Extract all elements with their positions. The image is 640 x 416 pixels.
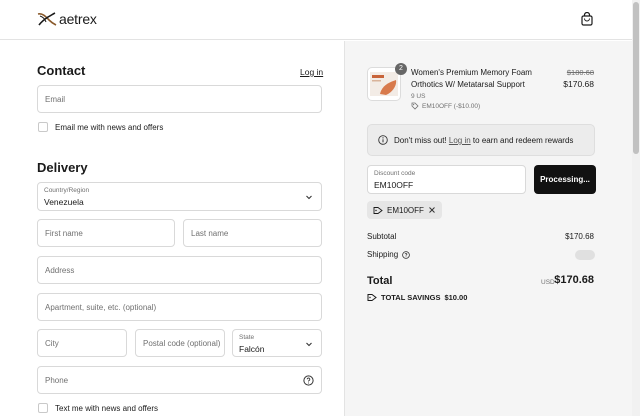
city-field[interactable]: City xyxy=(37,329,127,357)
text-optin-label: Text me with news and offers xyxy=(55,403,159,413)
rewards-text-after: to earn and redeem rewards xyxy=(472,136,574,145)
first-name-placeholder: First name xyxy=(45,229,83,238)
email-optin-label: Email me with news and offers xyxy=(55,122,164,132)
item-price: $170.68 xyxy=(563,79,594,89)
brand-name: aetrex xyxy=(59,11,97,27)
product-name: Women's Premium Memory Foam Orthotics W/… xyxy=(411,68,532,89)
shipping-loading-indicator xyxy=(575,250,595,260)
postal-placeholder: Postal code (optional) xyxy=(143,339,221,348)
savings-value: $10.00 xyxy=(444,293,468,302)
help-circle-icon[interactable] xyxy=(303,375,314,386)
login-link[interactable]: Log in xyxy=(300,67,323,77)
contact-heading: Contact xyxy=(37,63,86,78)
applied-code: EM10OFF xyxy=(387,205,424,215)
last-name-field[interactable]: Last name xyxy=(183,219,322,247)
close-icon[interactable] xyxy=(428,206,436,214)
country-label: Country/Region xyxy=(44,187,90,194)
subtotal-value: $170.68 xyxy=(565,232,594,241)
email-placeholder: Email xyxy=(45,95,66,104)
tag-icon xyxy=(373,206,383,214)
product-discount: EM10OFF (-$10.00) xyxy=(411,102,480,110)
product-variant: 9 US xyxy=(411,93,426,100)
text-optin-checkbox[interactable]: Text me with news and offers xyxy=(38,403,158,413)
quantity-badge: 2 xyxy=(395,63,407,75)
apartment-field[interactable]: Apartment, suite, etc. (optional) xyxy=(37,293,322,321)
phone-placeholder: Phone xyxy=(45,376,69,385)
total-savings: TOTAL SAVINGS $10.00 xyxy=(367,293,467,302)
state-select[interactable]: State Falcón xyxy=(232,329,322,357)
checkbox-box[interactable] xyxy=(38,403,48,413)
discount-code-field[interactable]: Discount code EM10OFF xyxy=(367,165,526,194)
total-label: Total xyxy=(367,275,393,287)
apply-discount-button[interactable]: Processing... xyxy=(534,165,596,194)
checkout-form: Contact Log in Email Email me with news … xyxy=(0,41,344,416)
page-scrollbar[interactable] xyxy=(632,0,640,416)
last-name-placeholder: Last name xyxy=(191,229,229,238)
chevron-down-icon xyxy=(306,342,312,347)
original-price: $180.68 xyxy=(566,68,594,77)
state-value: Falcón xyxy=(239,344,265,354)
tag-icon xyxy=(411,102,419,110)
subtotal-label: Subtotal xyxy=(367,232,397,241)
checkout-header: aetrex xyxy=(0,0,632,40)
help-circle-icon[interactable] xyxy=(402,250,410,259)
email-field[interactable]: Email xyxy=(37,85,322,113)
discount-label: Discount code xyxy=(374,170,416,177)
rewards-text-before: Don't miss out! xyxy=(394,136,447,145)
product-discount-text: EM10OFF (-$10.00) xyxy=(422,102,481,110)
rewards-login-link[interactable]: Log in xyxy=(449,136,471,145)
aetrex-logo-icon xyxy=(37,12,57,26)
address-placeholder: Address xyxy=(45,266,75,275)
total-value: $170.68 xyxy=(554,274,594,286)
checkbox-box[interactable] xyxy=(38,122,48,132)
rewards-banner: Don't miss out! Log in to earn and redee… xyxy=(367,124,595,156)
postal-code-field[interactable]: Postal code (optional) xyxy=(135,329,225,357)
scrollbar-thumb[interactable] xyxy=(633,2,639,154)
orthotic-image-icon xyxy=(370,72,398,96)
address-field[interactable]: Address xyxy=(37,256,322,284)
total-currency: USD xyxy=(541,279,555,286)
state-label: State xyxy=(239,334,255,341)
country-select[interactable]: Country/Region Venezuela xyxy=(37,182,322,211)
tag-icon xyxy=(367,294,377,301)
order-summary: 2 Women's Premium Memory Foam Orthotics … xyxy=(344,41,632,416)
apartment-placeholder: Apartment, suite, etc. (optional) xyxy=(45,303,157,312)
info-icon xyxy=(378,135,388,145)
country-value: Venezuela xyxy=(44,197,84,207)
discount-value: EM10OFF xyxy=(374,180,414,190)
brand-logo[interactable]: aetrex xyxy=(37,11,97,27)
email-optin-checkbox[interactable]: Email me with news and offers xyxy=(38,122,163,132)
rewards-text: Don't miss out! Log in to earn and redee… xyxy=(394,136,573,145)
shipping-row: Shipping xyxy=(367,250,410,259)
phone-field[interactable]: Phone xyxy=(37,366,322,394)
city-placeholder: City xyxy=(45,339,59,348)
first-name-field[interactable]: First name xyxy=(37,219,175,247)
cart-bag-icon[interactable] xyxy=(581,11,593,31)
chevron-down-icon xyxy=(306,195,312,200)
applied-discount-tag: EM10OFF xyxy=(367,201,442,219)
delivery-heading: Delivery xyxy=(37,160,88,175)
shipping-label: Shipping xyxy=(367,250,399,259)
savings-label: TOTAL SAVINGS xyxy=(381,293,441,302)
